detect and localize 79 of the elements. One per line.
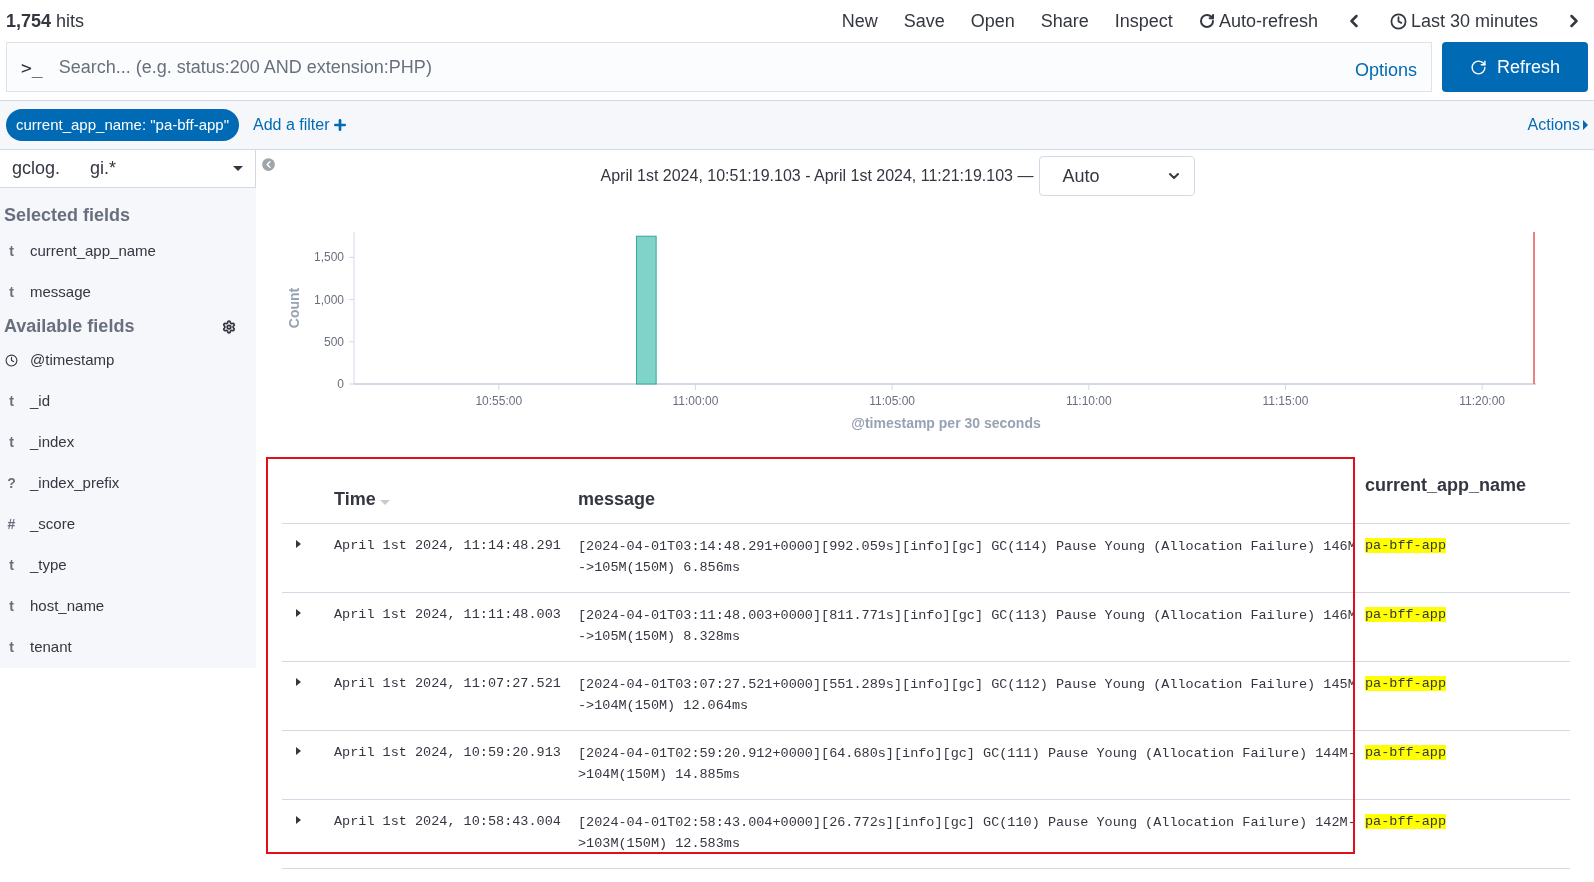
actions-link[interactable]: Actions [1527, 113, 1588, 137]
field-type-icon: # [5, 514, 18, 535]
menu-link[interactable]: New [841, 7, 878, 35]
y-tick-label: 1,000 [313, 292, 344, 307]
interval-select[interactable]: Auto [1039, 156, 1196, 196]
refresh-icon [1198, 13, 1215, 29]
settings-icon[interactable] [222, 319, 236, 334]
expand-icon[interactable] [295, 816, 301, 824]
time-picker-button[interactable]: Last 30 minutes [1389, 7, 1538, 35]
field-type-icon: t [5, 637, 18, 658]
app-name-cell: pa-bff-app [1365, 676, 1446, 691]
field-type-icon: ? [5, 473, 18, 494]
column-header[interactable]: Time [334, 486, 376, 513]
field-name[interactable]: current_app_name [30, 240, 156, 263]
y-tick-label: 0 [337, 377, 344, 391]
plus-icon [331, 117, 348, 133]
field-name[interactable]: _index_prefix [30, 472, 120, 495]
refresh-icon [1470, 58, 1487, 76]
x-tick-label: 10:55:00 [475, 394, 523, 408]
time-cell: April 1st 2024, 10:58:43.004 [334, 814, 561, 829]
field-type-icon: t [5, 596, 18, 617]
clock-icon [5, 354, 18, 367]
section-title: Selected fields [3, 204, 132, 227]
column-header[interactable]: message [578, 489, 656, 509]
caret-icon [233, 166, 243, 171]
field-name[interactable]: _type [30, 554, 67, 577]
prompt-icon: >_ [21, 53, 43, 81]
app-name-cell: pa-bff-app [1365, 538, 1446, 553]
index-pattern-select[interactable]: gclog. gi.* [0, 150, 256, 188]
filter-pill[interactable]: current_app_name: "pa-bff-app" [6, 108, 239, 142]
x-tick-label: 11:15:00 [1262, 394, 1309, 408]
field-name[interactable]: _index [30, 431, 75, 454]
field-type-icon: t [5, 555, 18, 576]
field-type-icon: t [5, 241, 18, 262]
field-name[interactable]: _score [30, 513, 76, 536]
refresh-button[interactable]: Refresh [1442, 42, 1588, 92]
y-tick-label: 1,500 [313, 250, 344, 265]
menu-link[interactable]: Inspect [1114, 7, 1173, 35]
app-name-cell: pa-bff-app [1365, 745, 1446, 760]
app-name-cell: pa-bff-app [1365, 814, 1446, 829]
hits-count: 1,754 hits [6, 9, 85, 33]
search-field[interactable]: >_ Search... (e.g. status:200 AND extension:PHP) Options [6, 42, 1432, 92]
section-title: Available fields [3, 315, 136, 338]
field-type-icon: t [5, 391, 18, 412]
options-link[interactable]: Options [1354, 56, 1417, 84]
clock-icon [1389, 12, 1407, 30]
x-tick-label: 11:00:00 [672, 394, 719, 408]
field-name[interactable]: message [30, 281, 91, 304]
time-cell: April 1st 2024, 10:59:20.913 [334, 745, 561, 760]
menu-link[interactable]: Share [1040, 7, 1089, 35]
message-cell-text: [2024-04-01T02:58:43.004+0000][26.772s][info][gc] GC(110) Pause Young (Allocation Failure) 142M->103M(150M) 12.583ms [578, 814, 1357, 853]
time-cell: April 1st 2024, 11:14:48.291 [334, 538, 561, 553]
field-name[interactable]: tenant [30, 636, 72, 659]
auto-refresh-button[interactable]: Auto-refresh [1198, 7, 1318, 35]
y-tick-label: 500 [323, 334, 344, 349]
message-cell-text: [2024-04-01T02:59:20.912+0000][64.680s][info][gc] GC(111) Pause Young (Allocation Failure) 144M->104M(150M) 14.885ms [578, 745, 1357, 784]
caret-icon [1583, 120, 1588, 130]
x-tick-label: 11:10:00 [1065, 394, 1112, 408]
field-name[interactable]: host_name [30, 595, 105, 618]
field-name[interactable]: @timestamp [30, 349, 115, 372]
column-header[interactable]: current_app_name [1365, 475, 1527, 495]
expand-icon[interactable] [295, 678, 301, 686]
x-tick-label: 11:05:00 [869, 394, 916, 408]
field-type-icon: t [5, 432, 18, 453]
x-tick-label: 11:20:00 [1459, 394, 1506, 408]
time-range-text: April 1st 2024, 10:51:19.103 - April 1st 2024, 11:21:19.103 — [600, 166, 1034, 186]
x-axis-label: @timestamp per 30 seconds [851, 415, 1041, 431]
app-name-cell: pa-bff-app [1365, 607, 1446, 622]
expand-icon[interactable] [295, 540, 301, 548]
menu-link[interactable]: Open [970, 7, 1015, 35]
y-axis-label: Count [286, 287, 302, 329]
menu-link[interactable]: Save [903, 7, 945, 35]
field-name[interactable]: _id [30, 390, 51, 413]
field-type-icon: t [5, 282, 18, 303]
expand-icon[interactable] [295, 609, 301, 617]
expand-icon[interactable] [295, 747, 301, 755]
add-filter-link[interactable]: Add a filter [253, 113, 348, 137]
time-cell: April 1st 2024, 11:11:48.003 [334, 607, 561, 622]
time-cell: April 1st 2024, 11:07:27.521 [334, 676, 561, 691]
